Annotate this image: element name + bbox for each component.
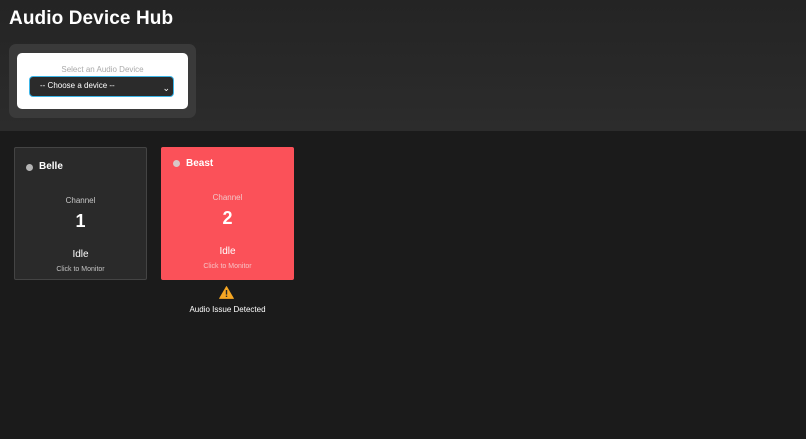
device-name: Beast (186, 158, 214, 169)
warning-triangle-icon (219, 286, 234, 299)
device-card-belle[interactable]: Belle Channel 1 Idle Click to Monitor (14, 147, 147, 280)
monitor-hint: Click to Monitor (56, 266, 105, 273)
channel-number: 1 (75, 211, 86, 231)
channel-label: Channel (65, 196, 96, 205)
device-select-dropdown[interactable]: -- Choose a device -- ⌄ (29, 76, 174, 97)
device-card-beast[interactable]: Beast Channel 2 Idle Click to Monitor (161, 147, 294, 280)
monitor-hint: Click to Monitor (203, 263, 252, 270)
device-selector-card: Select an Audio Device -- Choose a devic… (17, 53, 188, 109)
status-dot-icon (26, 164, 33, 171)
audio-issue-warning: Audio Issue Detected (189, 305, 266, 314)
device-status: Idle (72, 249, 89, 260)
channel-label: Channel (212, 193, 243, 202)
page-title: Audio Device Hub (9, 8, 174, 29)
device-select-label: Select an Audio Device (61, 65, 144, 74)
channel-number: 2 (222, 208, 233, 228)
chevron-down-icon: ⌄ (162, 83, 170, 93)
device-selector-panel: Select an Audio Device -- Choose a devic… (9, 44, 196, 118)
device-status: Idle (219, 246, 236, 257)
status-dot-icon (173, 160, 180, 167)
device-name: Belle (39, 161, 63, 172)
device-select-value: -- Choose a device -- (40, 81, 115, 90)
app-header: Audio Device Hub Select an Audio Device … (0, 0, 806, 131)
